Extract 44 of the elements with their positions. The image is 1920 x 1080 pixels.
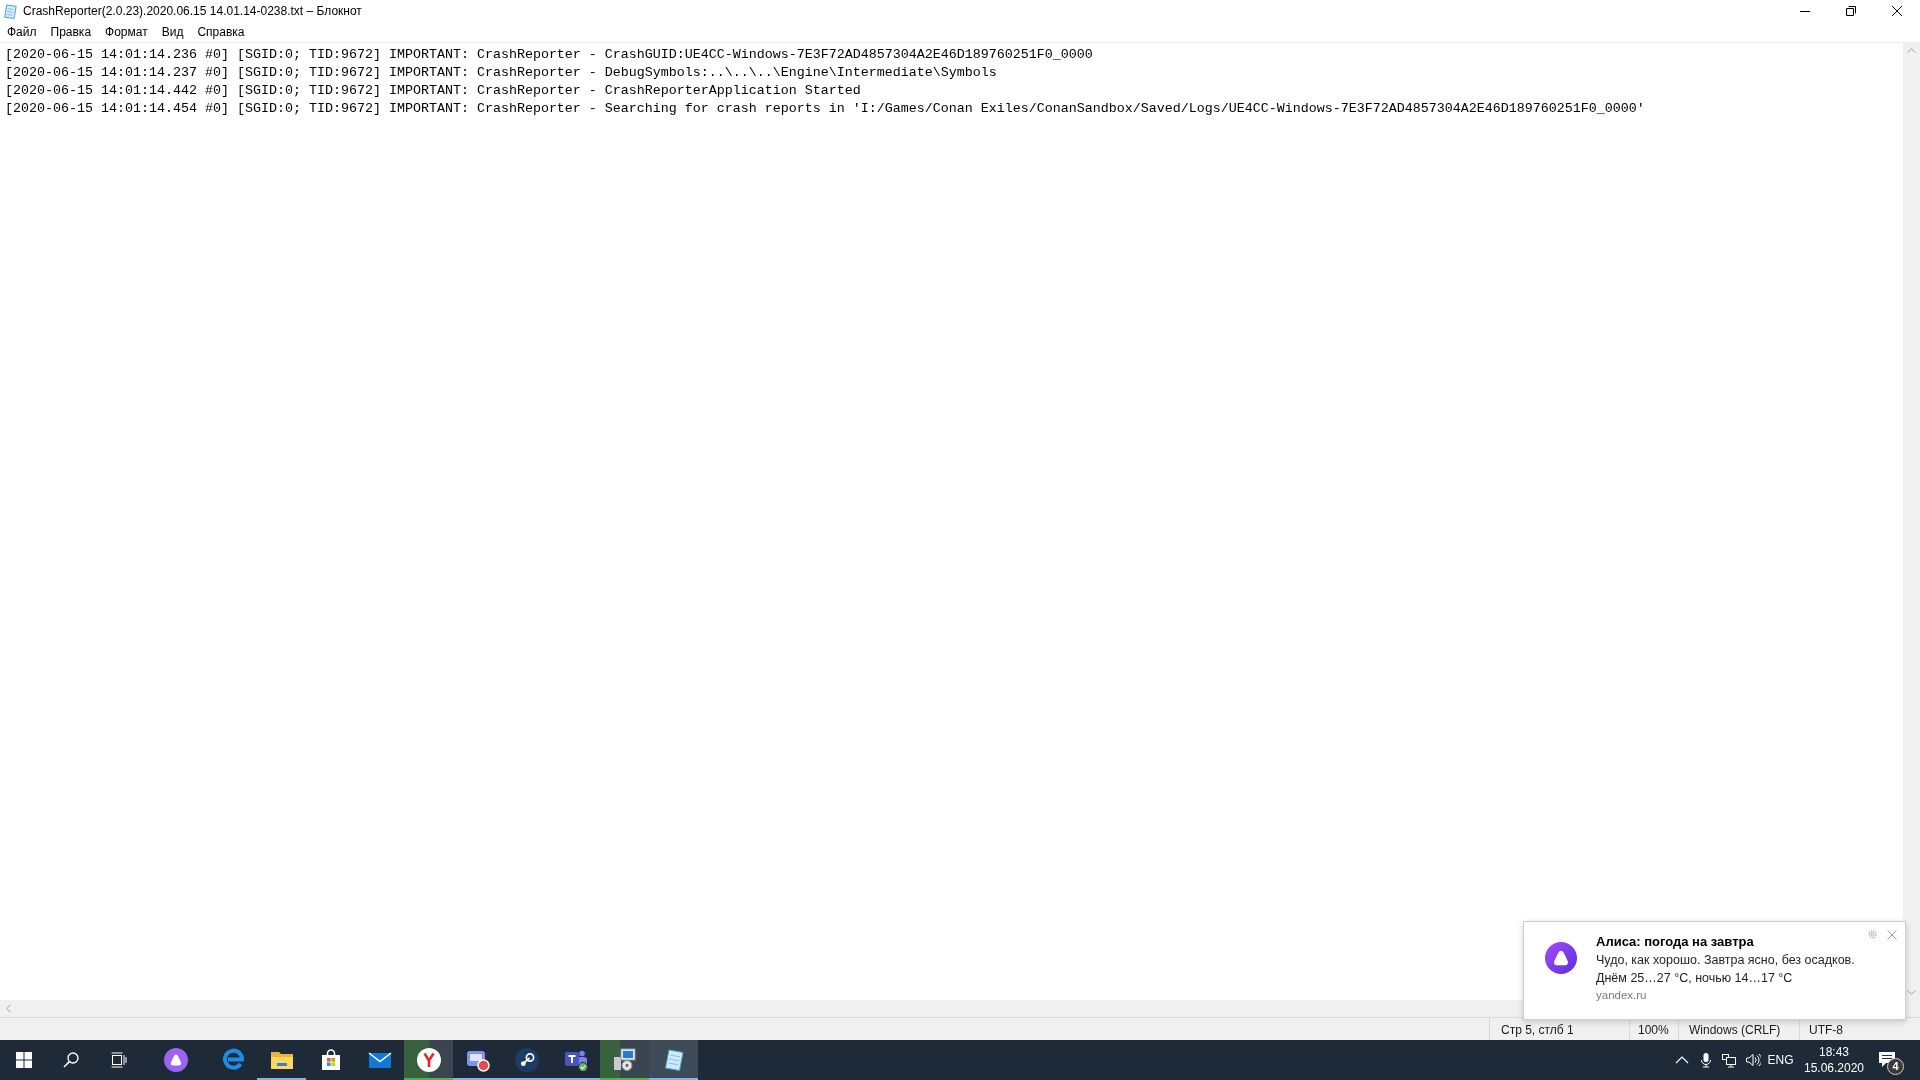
menu-item[interactable]: Файл bbox=[0, 22, 44, 42]
taskbar-app-button[interactable] bbox=[404, 1040, 453, 1080]
minimize-icon bbox=[1800, 10, 1810, 12]
y-logo-icon bbox=[416, 1048, 441, 1072]
search-icon bbox=[63, 1052, 79, 1068]
notification-text: Чудо, как хорошо. Завтра ясно, без осадков. bbox=[1596, 952, 1855, 969]
close-icon[interactable] bbox=[1887, 929, 1897, 940]
menu-item[interactable]: Справка bbox=[190, 22, 252, 42]
speaker-icon[interactable] bbox=[1744, 1052, 1761, 1068]
text-line: [2020-06-15 14:01:14.454 #0] [SGID:0; TID:9672] IMPORTANT: CrashReporter - Searching for crash reports in 'I:/Games/Conan Exiles/ConanSandbox/Saved/Logs/UE4CC-Windows-7E3F72AD4857304A2E46D189760251F0_0000' bbox=[5, 100, 1645, 118]
clock[interactable]: 18:43 15.06.2020 bbox=[1797, 1040, 1871, 1080]
window-record-icon bbox=[465, 1048, 490, 1072]
text-line: [2020-06-15 14:01:14.236 #0] [SGID:0; TID:9672] IMPORTANT: CrashReporter - CrashGUID:UE4CC-Windows-7E3F72AD4857304A2E46D189760251F0_0000 bbox=[5, 46, 1093, 64]
notification-count: 4 bbox=[1887, 1058, 1904, 1075]
taskbar-app-button[interactable] bbox=[600, 1040, 649, 1080]
assistant-logo-icon bbox=[163, 1048, 188, 1072]
windows-logo-icon bbox=[15, 1052, 32, 1068]
text-line: [2020-06-15 14:01:14.237 #0] [SGID:0; TID:9672] IMPORTANT: CrashReporter - DebugSymbols:..\..\..\Engine\Intermediate\Symbols bbox=[5, 64, 997, 82]
status-text: Стр 5, стлб 1 bbox=[1501, 1023, 1574, 1037]
menu-item[interactable]: Вид bbox=[154, 22, 191, 42]
window-title: CrashReporter(2.0.23).2020.06.15 14.01.14-0238.txt – Блокнот bbox=[23, 3, 362, 20]
team-chat-icon bbox=[563, 1048, 588, 1072]
notification-title: Алиса: погода на завтра bbox=[1596, 933, 1754, 951]
notification-toast[interactable]: Алиса: погода на завтра Чудо, как хорошо. Завтра ясно, без осадков. Днём 25…27 °C, ночью 14…17 °C yandex.ru bbox=[1523, 921, 1906, 1020]
status-text: UTF-8 bbox=[1809, 1023, 1843, 1037]
circle-logo-icon bbox=[514, 1048, 539, 1072]
status-text: Windows (CRLF) bbox=[1689, 1023, 1781, 1037]
menu-item[interactable]: Правка bbox=[43, 22, 99, 42]
restore-icon bbox=[1846, 6, 1856, 16]
close-icon bbox=[1892, 6, 1902, 16]
computer-setup-icon bbox=[612, 1048, 637, 1072]
text-line: [2020-06-15 14:01:14.442 #0] [SGID:0; TID:9672] IMPORTANT: CrashReporter - CrashReporterApplication Started bbox=[5, 82, 861, 100]
notification-source: yandex.ru bbox=[1596, 988, 1647, 1003]
notification-text: Днём 25…27 °C, ночью 14…17 °C bbox=[1596, 970, 1793, 987]
menu-item[interactable]: Формат bbox=[98, 22, 155, 42]
assistant-logo-icon bbox=[1545, 942, 1577, 974]
language-indicator[interactable]: ENG bbox=[1764, 1040, 1797, 1080]
status-text: 100% bbox=[1638, 1023, 1669, 1037]
browser-icon bbox=[220, 1048, 245, 1072]
action-center-button[interactable]: 4 bbox=[1871, 1040, 1920, 1080]
network-icon[interactable] bbox=[1721, 1052, 1737, 1068]
taskbar-app-button[interactable] bbox=[649, 1040, 698, 1080]
notepad-icon bbox=[3, 3, 18, 19]
task-view-icon bbox=[111, 1052, 127, 1068]
